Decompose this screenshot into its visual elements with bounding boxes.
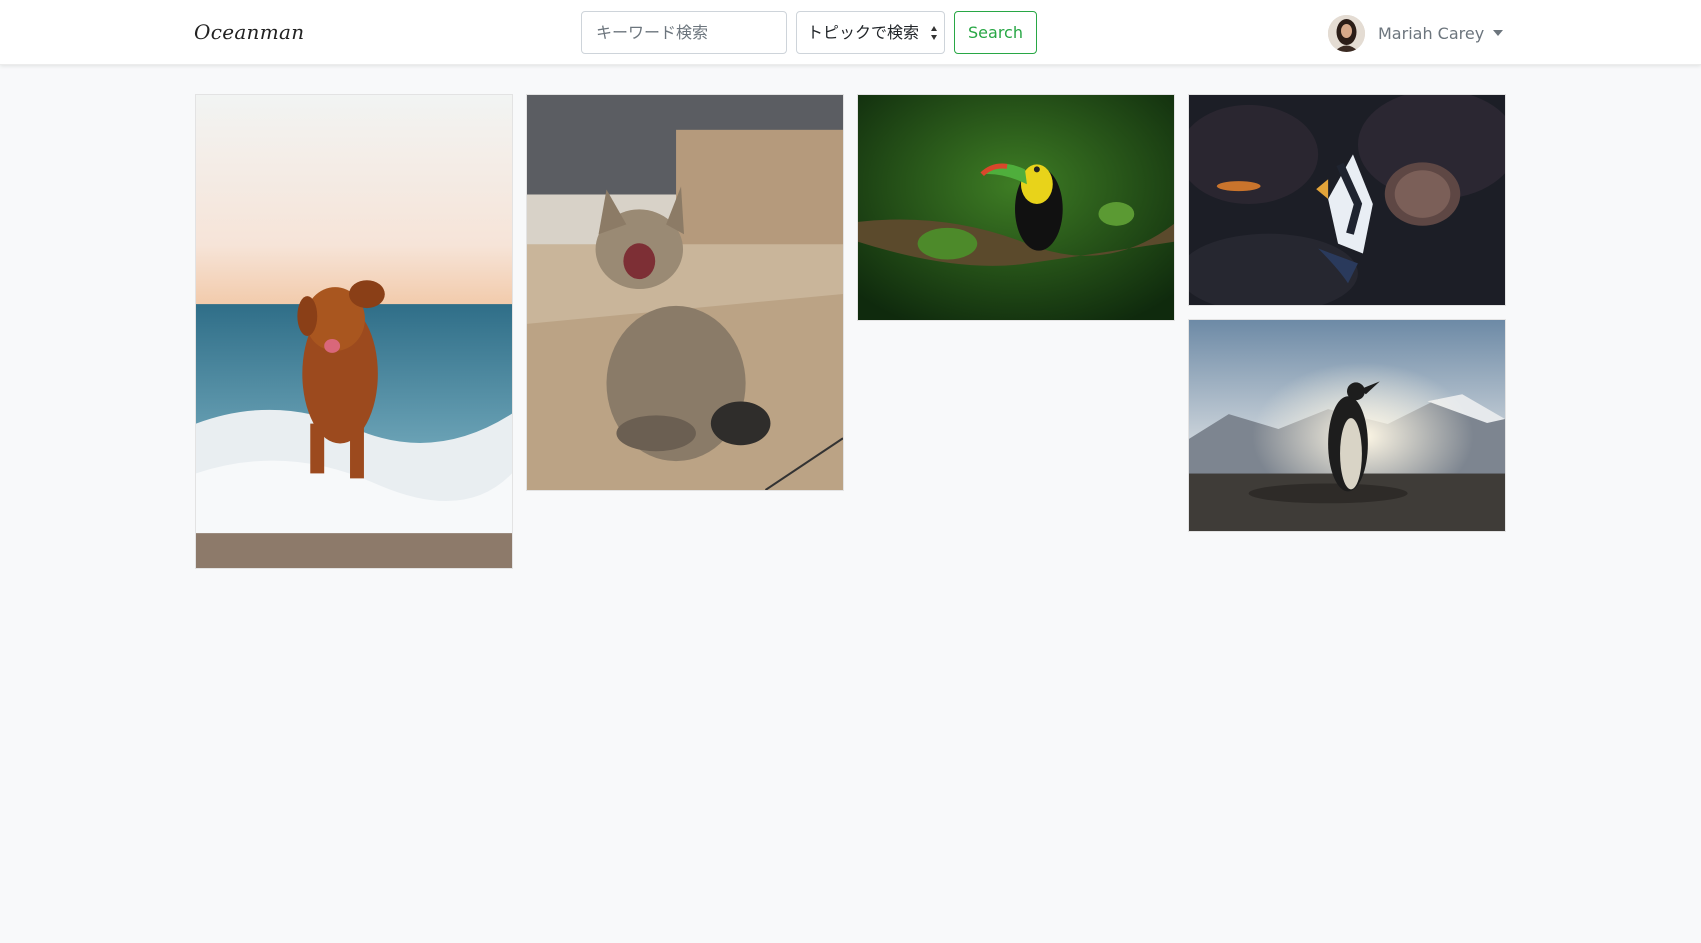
- photo-penguin[interactable]: [1188, 319, 1506, 532]
- chevron-down-icon: [1493, 30, 1504, 36]
- keyword-search-input[interactable]: [581, 11, 787, 54]
- navbar: Oceanman トピックで検索 Search Mariah Carey: [0, 0, 1701, 65]
- fish-photo-image: [1189, 95, 1505, 305]
- brand-logo[interactable]: Oceanman: [194, 17, 304, 47]
- select-arrows-icon: [931, 26, 937, 40]
- cat-photo-image: [527, 95, 843, 490]
- photo-cat[interactable]: [526, 94, 844, 491]
- dog-photo-image: [196, 95, 512, 568]
- user-name: Mariah Carey: [1378, 23, 1485, 43]
- photo-dog[interactable]: [195, 94, 513, 569]
- photo-fish[interactable]: [1188, 94, 1506, 306]
- search-button[interactable]: Search: [954, 11, 1037, 54]
- topic-select-value: トピックで検索: [807, 23, 920, 42]
- toucan-photo-image: [858, 95, 1174, 320]
- user-menu[interactable]: Mariah Carey: [1328, 13, 1504, 53]
- topic-select[interactable]: トピックで検索: [796, 11, 945, 54]
- avatar-portrait-icon: [1328, 14, 1365, 52]
- avatar: [1328, 14, 1365, 52]
- photo-toucan[interactable]: [857, 94, 1175, 321]
- penguin-photo-image: [1189, 320, 1505, 531]
